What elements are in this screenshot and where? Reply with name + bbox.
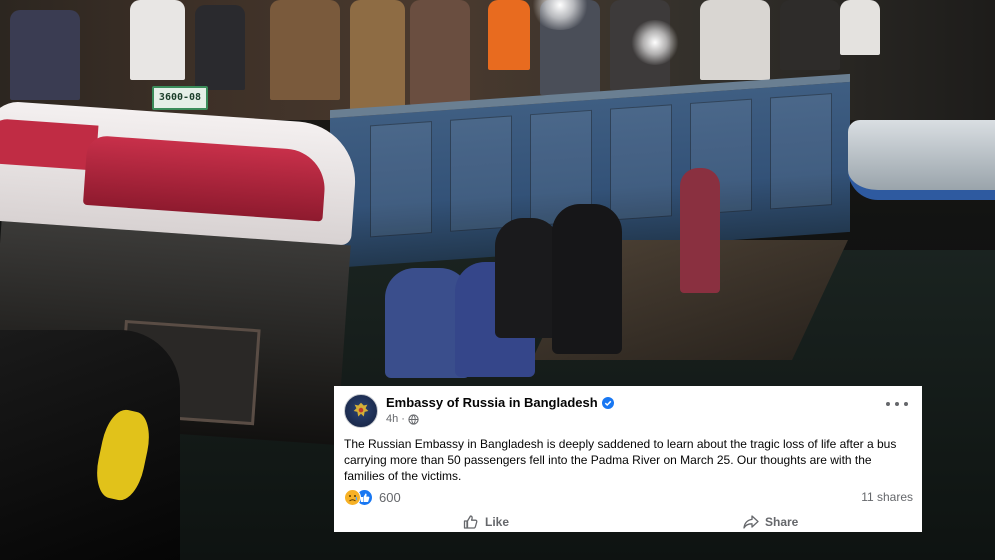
- thumbs-up-icon: [463, 515, 478, 529]
- license-plate: 3600-08: [152, 86, 208, 110]
- flood-light: [630, 20, 680, 65]
- post-timestamp[interactable]: 4h: [386, 413, 398, 425]
- reaction-count: 600: [379, 490, 401, 505]
- diver: [495, 218, 560, 338]
- onlooker: [840, 0, 880, 55]
- onlooker: [10, 10, 80, 100]
- share-button[interactable]: Share: [742, 512, 798, 532]
- coat-of-arms-icon: [353, 402, 369, 417]
- reaction-summary[interactable]: 600: [344, 489, 401, 506]
- onlooker: [700, 0, 770, 80]
- onlooker: [130, 0, 185, 80]
- onlooker: [410, 0, 470, 105]
- onlooker: [350, 0, 405, 110]
- camera-equipment: [0, 330, 180, 560]
- page-avatar[interactable]: [344, 394, 378, 428]
- onlooker: [270, 0, 340, 100]
- diver: [552, 204, 622, 354]
- post-body: The Russian Embassy in Bangladesh is dee…: [344, 437, 897, 483]
- share-label: Share: [765, 515, 799, 529]
- facebook-post: Embassy of Russia in Bangladesh 4h · The…: [334, 386, 922, 532]
- post-meta: 4h ·: [386, 413, 419, 425]
- globe-icon: [408, 413, 419, 425]
- page-name[interactable]: Embassy of Russia in Bangladesh: [386, 395, 598, 410]
- share-count[interactable]: 11 shares: [861, 490, 913, 504]
- small-boat: [848, 120, 995, 200]
- more-options-icon[interactable]: [886, 398, 908, 410]
- meta-separator: ·: [401, 413, 405, 425]
- onlooker: [780, 0, 840, 70]
- onlooker: [195, 5, 245, 90]
- rescuer: [680, 168, 720, 293]
- sad-reaction-icon: [344, 489, 361, 506]
- rescue-worker: [488, 0, 530, 70]
- post-action-bar: Like Share: [344, 512, 912, 532]
- verified-badge-icon: [601, 396, 614, 409]
- share-arrow-icon: [743, 515, 759, 529]
- like-button[interactable]: Like: [462, 512, 509, 532]
- page-name-row: Embassy of Russia in Bangladesh: [386, 395, 614, 410]
- like-label: Like: [485, 515, 510, 529]
